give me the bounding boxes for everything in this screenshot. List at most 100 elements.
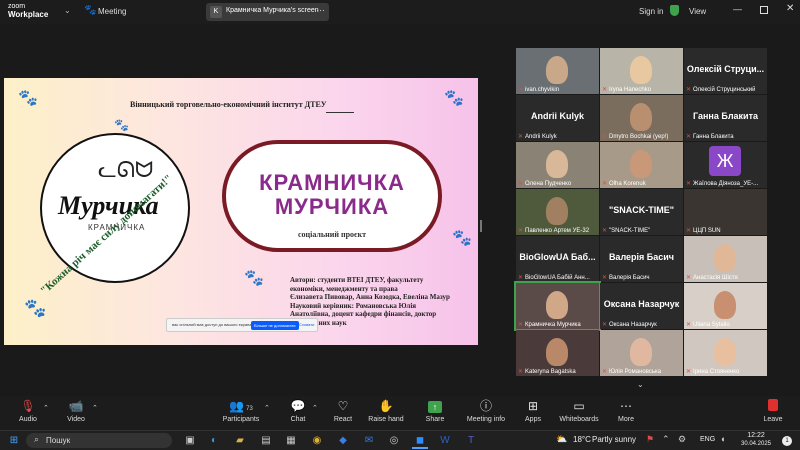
leave-icon xyxy=(746,399,800,414)
participant-name: ✕ BioGlowUA Бабій Анн... xyxy=(518,274,590,281)
close-icon[interactable]: ✕ xyxy=(786,3,794,14)
mic-muted-icon: ✕ xyxy=(518,369,524,375)
meeting-toolbar: 🎙 Audio ⌃ 📹 Video ⌃ 👥 73 Participants ⌃ 💬… xyxy=(0,396,800,430)
clock-time: 12:22 xyxy=(747,432,765,439)
language-indicator[interactable]: ENG xyxy=(700,436,715,443)
participant-video-face xyxy=(630,150,652,178)
participant-tile[interactable]: "SNACK-TIME" ✕ "SNACK-TIME" xyxy=(600,189,683,235)
participant-tile[interactable]: ✕ ivan.chyvikin xyxy=(516,48,599,94)
sign-in-link[interactable]: Sign in xyxy=(639,7,663,16)
participant-tile[interactable]: ✕ Олена Пудченко xyxy=(516,142,599,188)
brand-line2: Workplace xyxy=(8,10,49,19)
word-icon[interactable]: W xyxy=(437,433,453,449)
widgets-icon[interactable]: ▦ xyxy=(283,433,299,449)
participant-tile[interactable]: ✕ Uliana Sytailo xyxy=(684,283,767,329)
more-button[interactable]: ⋯ More xyxy=(599,399,653,429)
teams-icon[interactable]: ◆ xyxy=(335,433,351,449)
store-icon[interactable]: ▤ xyxy=(258,433,274,449)
participant-tile[interactable]: ✕ ЦЦП SUN xyxy=(684,189,767,235)
participant-tile[interactable]: ✕ Dmytro Bochkai (yep!) xyxy=(600,95,683,141)
participant-name: ✕ ivan.chyvikin xyxy=(518,86,559,93)
participant-display-name: Ганна Блакита xyxy=(692,111,758,121)
participant-tile[interactable]: ✕ Павленко Артем УЕ-32 xyxy=(516,189,599,235)
app-tray-icon[interactable]: ⚑ xyxy=(646,434,654,445)
share-button[interactable]: ↑ Share xyxy=(408,399,462,429)
video-options-icon[interactable]: ⌃ xyxy=(92,404,98,412)
mic-muted-icon: ✕ xyxy=(518,228,524,234)
whiteboards-label: Whiteboards xyxy=(559,416,599,423)
resize-handle[interactable] xyxy=(480,220,482,232)
maximize-icon[interactable] xyxy=(760,6,768,14)
paw-print-icon: 🐾 xyxy=(444,90,464,107)
audio-options-icon[interactable]: ⌃ xyxy=(43,404,49,412)
dell-icon[interactable]: ◎ xyxy=(386,433,402,449)
participant-tile[interactable]: ✕ Анастасія Шістя xyxy=(684,236,767,282)
share-tab[interactable]: K Крамничка Мурчика's screen ⋯ xyxy=(206,3,329,21)
participant-tile[interactable]: BioGlowUA Баб... ✕ BioGlowUA Бабій Анн... xyxy=(516,236,599,282)
participant-name-text: Жаїлова Діяноза_УЕ-... xyxy=(693,181,759,187)
hide-banner-button[interactable]: Сховати xyxy=(299,322,314,327)
search-placeholder: Пошук xyxy=(46,436,71,445)
participants-options-icon[interactable]: ⌃ xyxy=(264,404,270,412)
whiteboards-button[interactable]: ▭ Whiteboards xyxy=(552,399,606,429)
video-label: Video xyxy=(67,416,85,423)
raise-hand-button[interactable]: ✋ Raise hand xyxy=(359,399,413,429)
mic-muted-icon: ✕ xyxy=(518,181,524,187)
participant-name: ✕ Жаїлова Діяноза_УЕ-... xyxy=(686,180,758,187)
participant-tile[interactable]: ✕ Юлія Романовська xyxy=(600,330,683,376)
edge-icon[interactable]: ◐ xyxy=(206,433,222,449)
participant-name-text: Анастасія Шістя xyxy=(693,275,738,281)
participant-tile[interactable]: ✕ Iryna Hanechko xyxy=(600,48,683,94)
notification-badge[interactable]: 1 xyxy=(782,436,792,446)
stop-sharing-button[interactable]: Більше не допомагати xyxy=(251,321,299,330)
shield-icon[interactable] xyxy=(670,5,679,16)
clock[interactable]: 12:22 30.04.2025 xyxy=(738,432,774,448)
slide-title-line1: КРАМНИЧКА xyxy=(259,170,405,195)
meeting-info-button[interactable]: ⓘ Meeting info xyxy=(459,399,513,429)
participant-name: ✕ Andrii Kulyk xyxy=(518,133,557,140)
leave-button[interactable]: Leave xyxy=(746,399,800,429)
participant-tile[interactable]: Оксана Назарчук ✕ Оксана Назарчук xyxy=(600,283,683,329)
mic-muted-icon: ✕ xyxy=(518,87,524,93)
leave-label: Leave xyxy=(763,416,783,423)
teams-app-icon[interactable]: T xyxy=(463,433,479,449)
participant-name-text: Павленко Артем УЕ-32 xyxy=(525,228,590,234)
authors-line: Науковий керівник: Романовська Юлія xyxy=(290,301,417,310)
participant-video-face xyxy=(546,150,568,178)
chevron-down-icon[interactable]: ⌄ xyxy=(64,6,71,15)
participant-tile[interactable]: Валерія Басич ✕ Валерія Басич xyxy=(600,236,683,282)
participant-name-text: Ганна Блакита xyxy=(693,134,734,140)
participant-tile[interactable]: Олексій Струци... ✕ Олексій Струцинський xyxy=(684,48,767,94)
participant-name-text: ЦЦП SUN xyxy=(693,228,721,234)
participant-video-face xyxy=(714,338,736,366)
participant-name-text: ivan.chyvikin xyxy=(525,87,560,93)
zoom-taskbar-icon[interactable]: ◼ xyxy=(412,433,428,449)
participant-tile[interactable]: ✕ Kateryna Bagatska xyxy=(516,330,599,376)
participant-tile[interactable]: Ганна Блакита ✕ Ганна Блакита xyxy=(684,95,767,141)
participant-tile[interactable]: ✕ Olha Korenuk xyxy=(600,142,683,188)
windows-start-icon[interactable]: ⊞ xyxy=(6,433,22,449)
task-view-icon[interactable]: ▣ xyxy=(182,433,198,449)
search-box[interactable]: ⌕ Пошук xyxy=(26,433,172,448)
mic-muted-icon: ✕ xyxy=(686,134,692,140)
mic-muted-icon: ✕ xyxy=(602,369,608,375)
participant-tile[interactable]: Andrii Kulyk ✕ Andrii Kulyk xyxy=(516,95,599,141)
volume-icon[interactable]: ◖ xyxy=(720,434,725,444)
tray-chevron-icon[interactable]: ⌃ xyxy=(662,434,670,445)
title-oval: КРАМНИЧКА МУРЧИКА соціальний проєкт xyxy=(222,140,442,252)
chevron-down-icon[interactable]: ⌄ xyxy=(637,380,644,389)
participant-tile[interactable]: Ж ✕ Жаїлова Діяноза_УЕ-... xyxy=(684,142,767,188)
participant-name: ✕ "SNACK-TIME" xyxy=(602,227,650,234)
participants-button[interactable]: 👥 73 Participants xyxy=(214,399,268,429)
participant-tile[interactable]: ✕ Крамничка Мурчика xyxy=(514,281,601,331)
network-icon[interactable]: ⚙ xyxy=(678,434,686,445)
participant-tile[interactable]: ✕ Ірина Стояненко xyxy=(684,330,767,376)
outlook-icon[interactable]: ✉ xyxy=(361,433,377,449)
title-bar: zoom Workplace ⌄ 🐾 Meeting K Крамничка М… xyxy=(0,0,800,24)
participant-name: ✕ Ірина Стояненко xyxy=(686,368,739,375)
file-explorer-icon[interactable]: ▰ xyxy=(232,433,248,449)
minimize-icon[interactable]: — xyxy=(733,4,742,14)
chrome-icon[interactable]: ◉ xyxy=(309,433,325,449)
view-menu[interactable]: View xyxy=(689,7,706,16)
more-options-icon[interactable]: ⋯ xyxy=(316,5,325,16)
